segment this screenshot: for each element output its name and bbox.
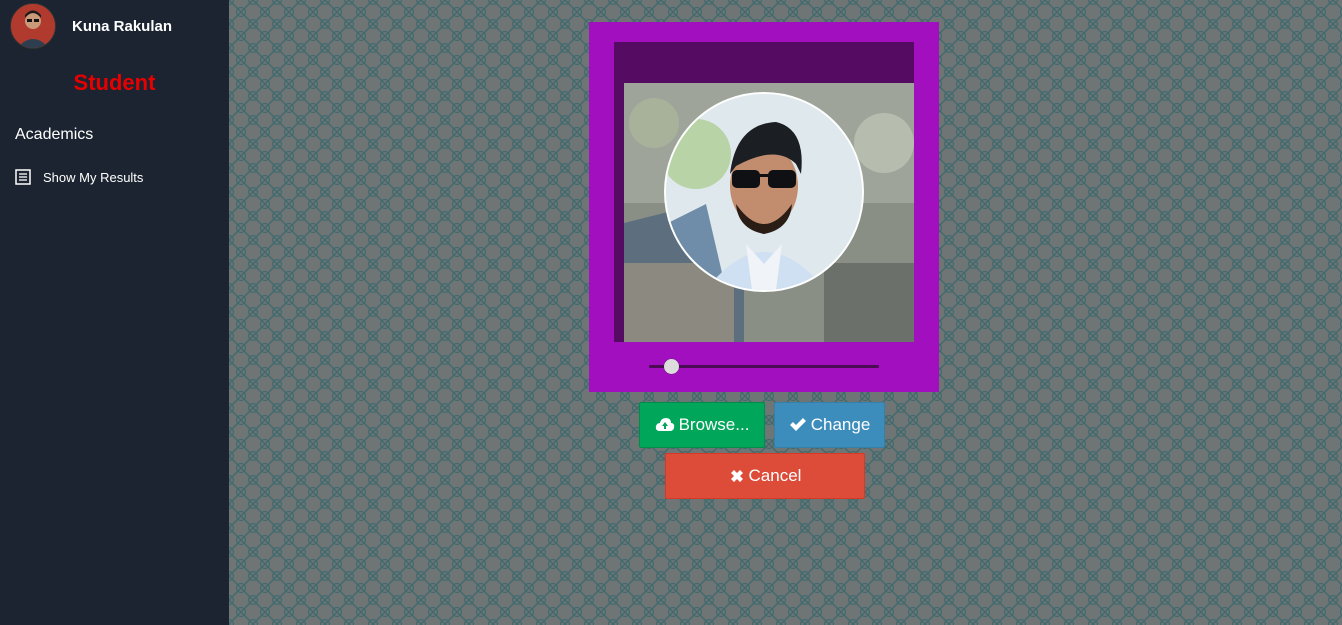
- sidebar: Kuna Rakulan Student Academics Show My R…: [0, 0, 229, 625]
- change-button[interactable]: Change: [774, 402, 885, 448]
- zoom-slider[interactable]: [649, 359, 879, 374]
- role-title: Student: [73, 70, 156, 95]
- browse-label: Browse...: [678, 415, 750, 434]
- image-crop-editor: [589, 22, 939, 392]
- change-label: Change: [810, 415, 871, 434]
- profile-photo: [666, 94, 862, 290]
- avatar: [10, 3, 56, 49]
- close-icon: [729, 468, 745, 484]
- section-heading-academics: Academics: [15, 126, 94, 143]
- list-icon: [15, 169, 31, 185]
- browse-button[interactable]: Browse...: [639, 402, 765, 448]
- photo-preview[interactable]: [624, 83, 914, 342]
- check-icon: [789, 417, 807, 433]
- zoom-slider-track: [649, 365, 879, 368]
- sidebar-item-label: Show My Results: [43, 169, 144, 185]
- cancel-label: Cancel: [748, 466, 802, 485]
- cloud-upload-icon: [655, 417, 675, 433]
- cancel-button[interactable]: Cancel: [665, 453, 865, 499]
- crop-container: [614, 42, 914, 342]
- profile-photo-crop-circle[interactable]: [664, 92, 864, 292]
- sidebar-item-show-my-results[interactable]: Show My Results: [15, 169, 143, 185]
- user-name: Kuna Rakulan: [72, 17, 173, 35]
- zoom-slider-handle[interactable]: [664, 359, 680, 374]
- user-profile[interactable]: Kuna Rakulan: [10, 3, 172, 49]
